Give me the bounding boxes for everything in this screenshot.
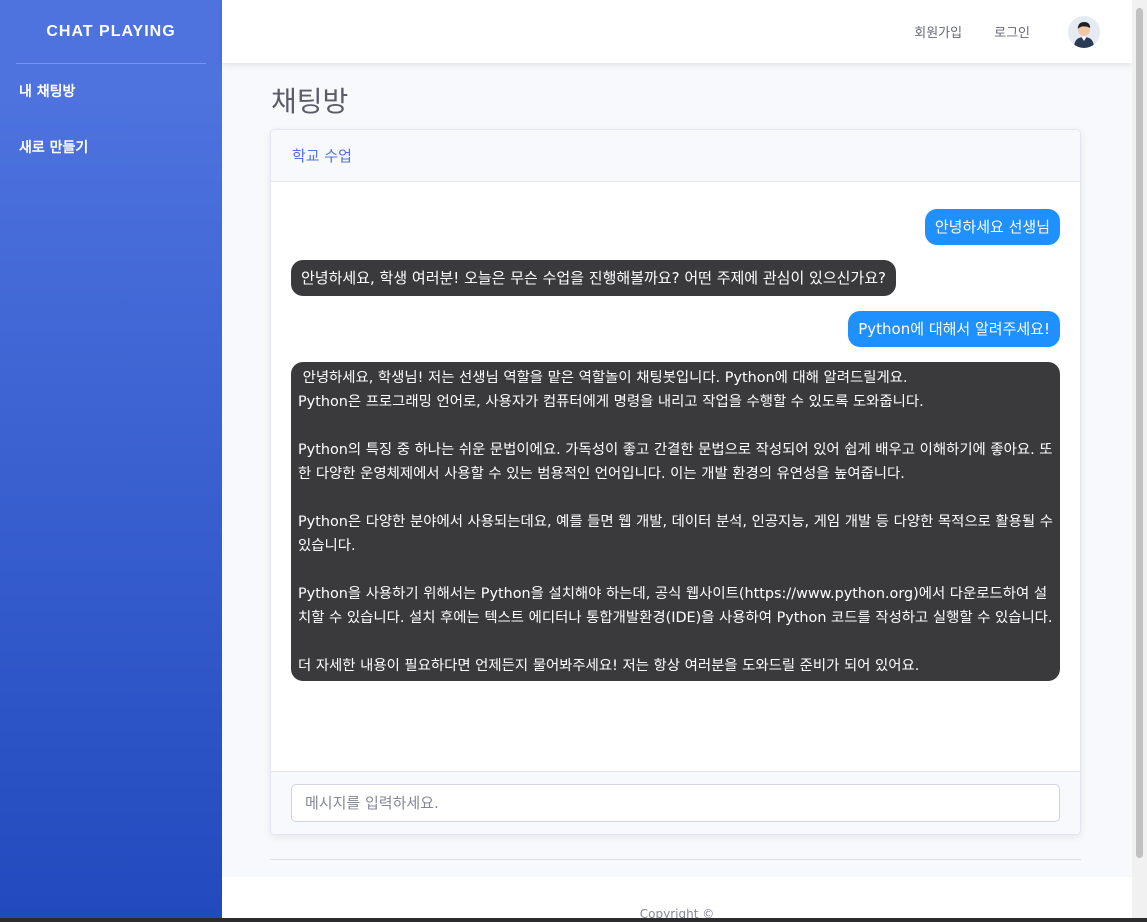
message-row-user: 안녕하세요 선생님 <box>291 209 1060 245</box>
chat-room-title: 학교 수업 <box>271 130 1080 182</box>
sidebar-item-create-new[interactable]: 새로 만들기 <box>0 120 222 176</box>
user-avatar-icon[interactable] <box>1068 15 1100 48</box>
message-row-bot: 안녕하세요, 학생 여러분! 오늘은 무슨 수업을 진행해볼까요? 어떤 주제에… <box>291 260 1060 296</box>
chat-input-bar <box>271 771 1080 834</box>
bot-message-bubble: 안녕하세요, 학생 여러분! 오늘은 무슨 수업을 진행해볼까요? 어떤 주제에… <box>291 260 896 296</box>
brand-logo[interactable]: CHAT PLAYING <box>0 0 222 63</box>
avatar-illustration <box>1068 15 1100 48</box>
page-title: 채팅방 <box>271 85 349 118</box>
message-input[interactable] <box>291 784 1060 822</box>
footer: Copyright © <box>222 877 1132 922</box>
app-root: CHAT PLAYING 내 채팅방 새로 만들기 회원가입 로그인 채팅방 학… <box>0 0 1147 922</box>
divider <box>270 859 1081 860</box>
message-row-user: Python에 대해서 알려주세요! <box>291 311 1060 347</box>
user-message-bubble: Python에 대해서 알려주세요! <box>848 311 1060 347</box>
sidebar: CHAT PLAYING 내 채팅방 새로 만들기 <box>0 0 222 922</box>
user-message-bubble: 안녕하세요 선생님 <box>924 209 1060 245</box>
sidebar-item-my-chatrooms[interactable]: 내 채팅방 <box>0 64 222 120</box>
login-link[interactable]: 로그인 <box>994 22 1030 41</box>
chat-card: 학교 수업 안녕하세요 선생님 안녕하세요, 학생 여러분! 오늘은 무슨 수업… <box>270 129 1081 835</box>
bot-message-bubble: 안녕하세요, 학생님! 저는 선생님 역할을 맡은 역할놀이 채팅봇입니다. P… <box>291 362 1060 681</box>
topbar: 회원가입 로그인 <box>222 0 1132 63</box>
message-row-bot: 안녕하세요, 학생님! 저는 선생님 역할을 맡은 역할놀이 채팅봇입니다. P… <box>291 362 1060 681</box>
page-scrollbar[interactable] <box>1132 0 1147 922</box>
window-bottom-edge <box>0 918 1147 922</box>
chat-messages[interactable]: 안녕하세요 선생님 안녕하세요, 학생 여러분! 오늘은 무슨 수업을 진행해볼… <box>271 183 1080 773</box>
scrollbar-thumb[interactable] <box>1136 8 1143 858</box>
signup-link[interactable]: 회원가입 <box>914 22 962 41</box>
